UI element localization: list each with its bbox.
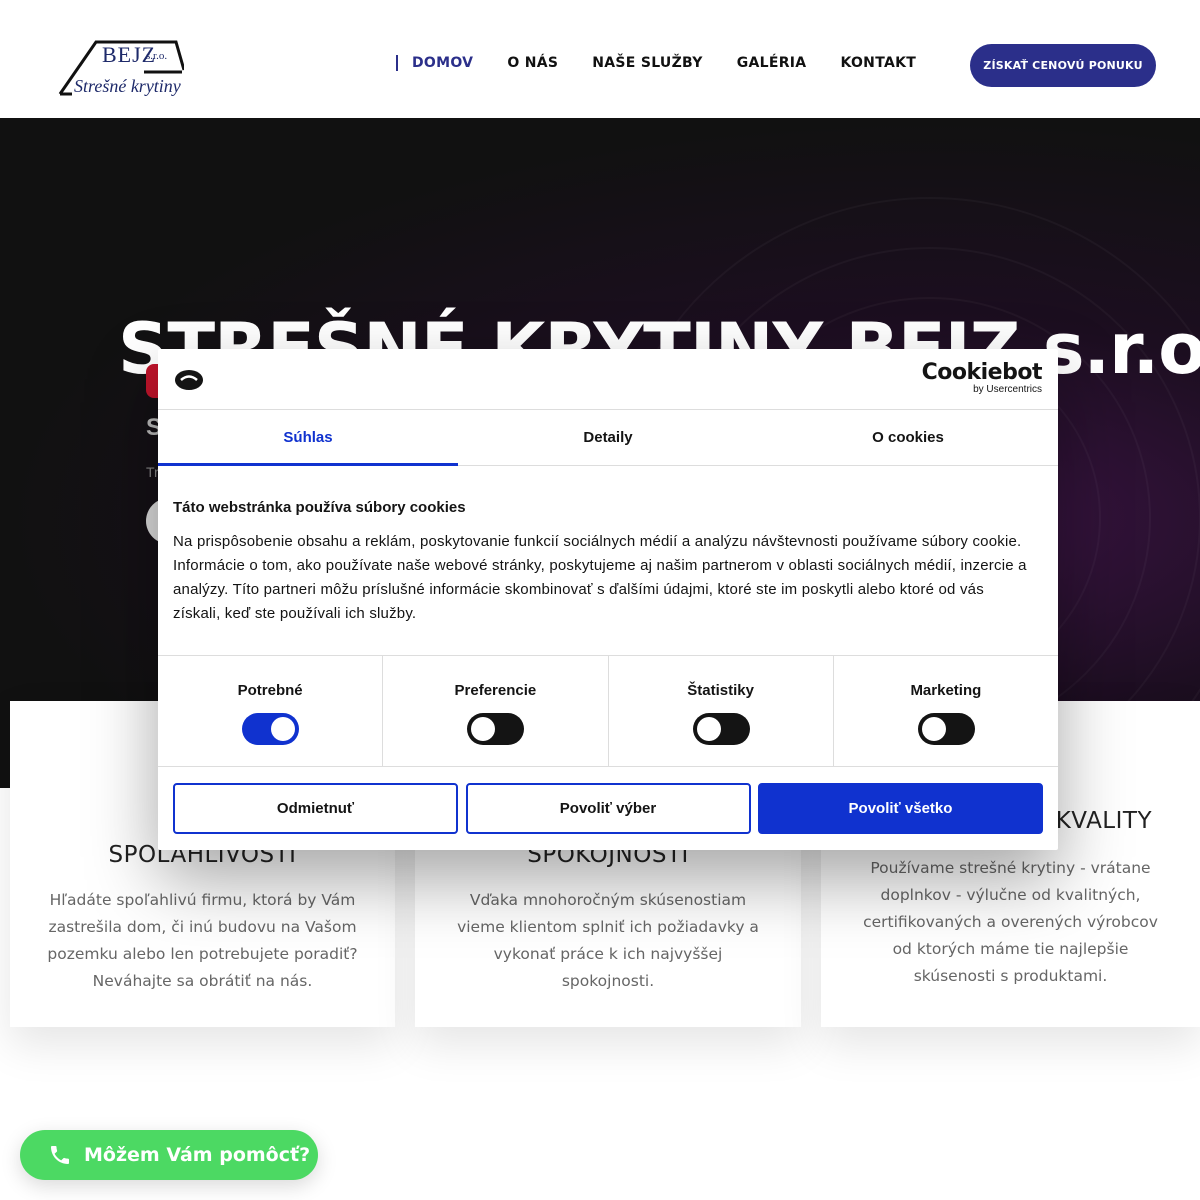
logo-brand-suffix: s.r.o. [146,50,168,62]
cookiebot-brand[interactable]: Cookiebot by Usercentrics [921,360,1043,395]
cookiebot-logo-icon [175,370,203,390]
site-logo[interactable]: BEJZ s.r.o. Strešné krytiny [58,36,184,102]
feature-text: Hľadáte spoľahlivú firmu, ktorá by Vám z… [47,891,358,990]
cookie-actions: Odmietnuť Povoliť výber Povoliť všetko [173,783,1043,835]
cookie-consent-dialog: Cookiebot by Usercentrics Súhlas Detaily… [158,349,1058,850]
toggle-label: Marketing [910,682,982,699]
allow-all-button[interactable]: Povoliť všetko [758,783,1043,834]
toggle-label: Štatistiky [687,682,754,699]
get-quote-button[interactable]: ZÍSKAŤ CENOVÚ PONUKU [970,44,1156,87]
feature-text: Používame strešné krytiny - vrátane dopl… [863,859,1158,985]
nav-item-kontakt[interactable]: KONTAKT [840,55,916,71]
toggle-group-marketing: Marketing [834,656,1058,766]
cookiebot-brand-sub: by Usercentrics [973,384,1042,395]
necessary-toggle[interactable] [242,713,300,745]
preferences-toggle[interactable] [467,713,525,745]
nav-item-galeria[interactable]: GALÉRIA [737,55,807,71]
tab-consent[interactable]: Súhlas [158,410,458,466]
cookie-category-toggles: Potrebné Preferencie Štatistiky Marketin… [158,655,1058,767]
help-chat-button[interactable]: Môžem Vám pomôcť? [20,1130,318,1180]
deny-button[interactable]: Odmietnuť [173,783,458,834]
toggle-group-preferences: Preferencie [383,656,609,766]
nav-item-o-nas[interactable]: O NÁS [507,55,558,71]
feature-text: Vďaka mnohoročným skúsenostiam vieme kli… [457,891,759,990]
nav-item-nase-sluzby[interactable]: NAŠE SLUŽBY [592,55,702,71]
site-header: BEJZ s.r.o. Strešné krytiny DOMOV O NÁS … [0,0,1200,118]
cookiebot-brand-name: Cookiebot [921,360,1043,385]
cookie-tabs: Súhlas Detaily O cookies [158,410,1058,466]
toggle-label: Preferencie [454,682,537,699]
tab-details[interactable]: Detaily [458,410,758,465]
hero-text: Tr [146,464,159,480]
cookie-heading: Táto webstránka používa súbory cookies [173,499,466,516]
feature-title-line1: KVALITY [1055,808,1152,834]
help-label: Môžem Vám pomôcť? [84,1144,311,1166]
cookie-dialog-header: Cookiebot by Usercentrics [158,349,1058,410]
toggle-label: Potrebné [237,682,303,699]
logo-tagline: Strešné krytiny [74,76,181,96]
main-nav: DOMOV O NÁS NAŠE SLUŽBY GALÉRIA KONTAKT [396,55,950,71]
marketing-toggle[interactable] [917,713,975,745]
tab-about-cookies[interactable]: O cookies [758,410,1058,465]
cookie-description: Na prispôsobenie obsahu a reklám, poskyt… [173,533,1027,622]
statistics-toggle[interactable] [692,713,750,745]
toggle-group-necessary: Potrebné [158,656,384,766]
cookie-body: Táto webstránka používa súbory cookies N… [173,499,1033,626]
phone-icon [51,1146,69,1164]
allow-selection-button[interactable]: Povoliť výber [465,783,751,834]
nav-item-domov[interactable]: DOMOV [396,55,473,71]
toggle-group-statistics: Štatistiky [609,656,834,766]
